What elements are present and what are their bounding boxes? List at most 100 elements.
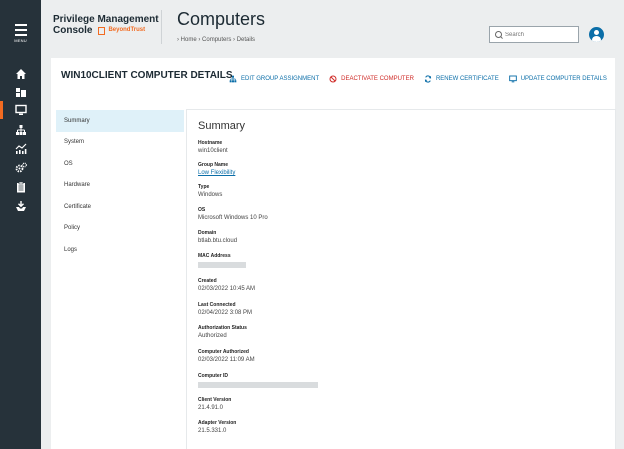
redacted-value xyxy=(198,382,318,388)
subnav-item-certificate[interactable]: Certificate xyxy=(56,196,184,218)
field-client-version: Client Version 21.4.91.0 xyxy=(198,397,231,412)
renew-certificate-button[interactable]: RENEW CERTIFICATE xyxy=(424,75,499,83)
field-value: 02/04/2022 3:08 PM xyxy=(198,310,253,316)
summary-title: Summary xyxy=(198,120,246,132)
rail-item-settings[interactable] xyxy=(0,160,41,176)
summary-card: Summary Hostname win10client Group Name … xyxy=(187,110,615,449)
field-label: Client Version xyxy=(198,397,232,403)
field-value: 21.5.331.0 xyxy=(198,428,227,434)
computer-icon xyxy=(14,104,27,115)
field-value: Windows xyxy=(198,192,223,198)
field-label: Computer ID xyxy=(198,373,228,379)
field-hostname: Hostname win10client xyxy=(198,140,228,155)
field-value: 21.4.91.0 xyxy=(198,405,224,411)
breadcrumb-details: Details xyxy=(236,37,256,43)
computer-details-panel: WIN10CLIENT COMPUTER DETAILS EDIT GROUP … xyxy=(51,58,615,449)
field-value: win10client xyxy=(198,148,228,154)
dashboard-icon xyxy=(15,88,26,97)
field-created: Created 02/03/2022 10:45 AM xyxy=(198,278,255,293)
subnav-item-system[interactable]: System xyxy=(56,132,184,154)
monitor-icon xyxy=(508,75,517,83)
update-computer-details-label: UPDATE COMPUTER DETAILS xyxy=(520,76,607,82)
menu-button[interactable]: MENU xyxy=(0,22,41,44)
field-label: Type xyxy=(198,184,210,190)
group-name-link[interactable]: Low Flexibility xyxy=(198,169,235,177)
edit-group-assignment-button[interactable]: EDIT GROUP ASSIGNMENT xyxy=(229,75,319,83)
field-label: Authorization Status xyxy=(198,325,247,331)
subnav-item-hardware[interactable]: Hardware xyxy=(56,175,184,197)
deploy-icon xyxy=(15,201,26,211)
subnav-item-summary[interactable]: Summary xyxy=(56,110,184,132)
field-label: Computer Authorized xyxy=(198,349,249,355)
brand-logo-icon xyxy=(98,26,106,35)
refresh-icon xyxy=(424,75,432,83)
field-value: Microsoft Windows 10 Pro xyxy=(198,215,268,221)
breadcrumb-separator: › xyxy=(177,37,179,43)
brand-logo: BeyondTrust xyxy=(98,25,145,36)
update-computer-details-button[interactable]: UPDATE COMPUTER DETAILS xyxy=(508,75,607,83)
rail-item-reports[interactable] xyxy=(0,179,41,195)
breadcrumb: › Home › Computers › Details xyxy=(177,37,255,43)
brand-name: BeyondTrust xyxy=(108,27,146,33)
home-icon xyxy=(15,69,26,79)
block-icon xyxy=(329,75,337,83)
clipboard-icon xyxy=(16,181,25,193)
analytics-icon xyxy=(15,143,26,154)
field-value: Authorized xyxy=(198,333,227,339)
app-title-line2: Console xyxy=(53,25,93,36)
gear-icon xyxy=(15,162,27,173)
action-bar: EDIT GROUP ASSIGNMENT DEACTIVATE COMPUTE… xyxy=(229,75,617,83)
field-adapter-version: Adapter Version 21.5.331.0 xyxy=(198,420,236,435)
field-value: 02/03/2022 11:09 AM xyxy=(198,357,255,363)
header: Privilege Management Console BeyondTrust… xyxy=(41,0,624,50)
hamburger-icon xyxy=(14,23,27,36)
header-divider xyxy=(161,10,162,44)
deactivate-computer-label: DEACTIVATE COMPUTER xyxy=(341,76,414,82)
redacted-value xyxy=(198,262,246,268)
field-mac-address: MAC Address xyxy=(198,253,246,268)
field-os: OS Microsoft Windows 10 Pro xyxy=(198,207,268,222)
field-value: btlab.btu.cloud xyxy=(198,238,238,244)
field-computer-authorized: Computer Authorized 02/03/2022 11:09 AM xyxy=(198,349,255,364)
rail-item-dashboard[interactable] xyxy=(0,84,41,100)
subnav-item-logs[interactable]: Logs xyxy=(56,239,184,261)
rail-item-analytics[interactable] xyxy=(0,141,41,157)
rail-item-computers[interactable] xyxy=(0,102,41,118)
renew-certificate-label: RENEW CERTIFICATE xyxy=(435,76,499,82)
menu-label: MENU xyxy=(14,37,27,43)
breadcrumb-computers[interactable]: Computers xyxy=(202,37,231,43)
field-label: Last Connected xyxy=(198,302,236,308)
search-box[interactable] xyxy=(489,26,579,43)
avatar-body xyxy=(592,36,601,42)
field-domain: Domain btlab.btu.cloud xyxy=(198,230,237,245)
field-label: OS xyxy=(198,207,206,213)
org-chart-icon xyxy=(229,75,237,83)
rail-item-groups[interactable] xyxy=(0,122,41,138)
field-label: Adapter Version xyxy=(198,420,237,426)
app-title-line1: Privilege Management xyxy=(53,14,159,25)
deactivate-computer-button[interactable]: DEACTIVATE COMPUTER xyxy=(329,75,414,83)
details-subnav: Summary System OS Hardware Certificate P… xyxy=(56,110,184,449)
rail-item-deployment[interactable] xyxy=(0,198,41,214)
rail-item-home[interactable] xyxy=(0,66,41,82)
field-computer-id: Computer ID xyxy=(198,373,318,388)
page-title: Computers xyxy=(177,9,266,29)
field-last-connected: Last Connected 02/04/2022 3:08 PM xyxy=(198,302,252,317)
field-authorization-status: Authorization Status Authorized xyxy=(198,325,247,340)
edit-group-assignment-label: EDIT GROUP ASSIGNMENT xyxy=(241,76,320,82)
field-group-name: Group Name Low Flexibility xyxy=(198,162,235,177)
user-avatar[interactable] xyxy=(589,27,604,42)
panel-title: WIN10CLIENT COMPUTER DETAILS xyxy=(61,70,233,81)
field-label: Group Name xyxy=(198,162,229,168)
search-icon xyxy=(495,31,502,38)
subnav-item-os[interactable]: OS xyxy=(56,153,184,175)
search-input[interactable] xyxy=(505,31,575,38)
field-type: Type Windows xyxy=(198,184,222,199)
field-label: Created xyxy=(198,278,217,284)
field-label: Domain xyxy=(198,230,217,236)
field-label: MAC Address xyxy=(198,253,231,259)
subnav-item-policy[interactable]: Policy xyxy=(56,218,184,240)
breadcrumb-separator: › xyxy=(198,37,201,43)
field-value: 02/03/2022 10:45 AM xyxy=(198,286,256,292)
breadcrumb-home[interactable]: Home xyxy=(181,37,197,43)
